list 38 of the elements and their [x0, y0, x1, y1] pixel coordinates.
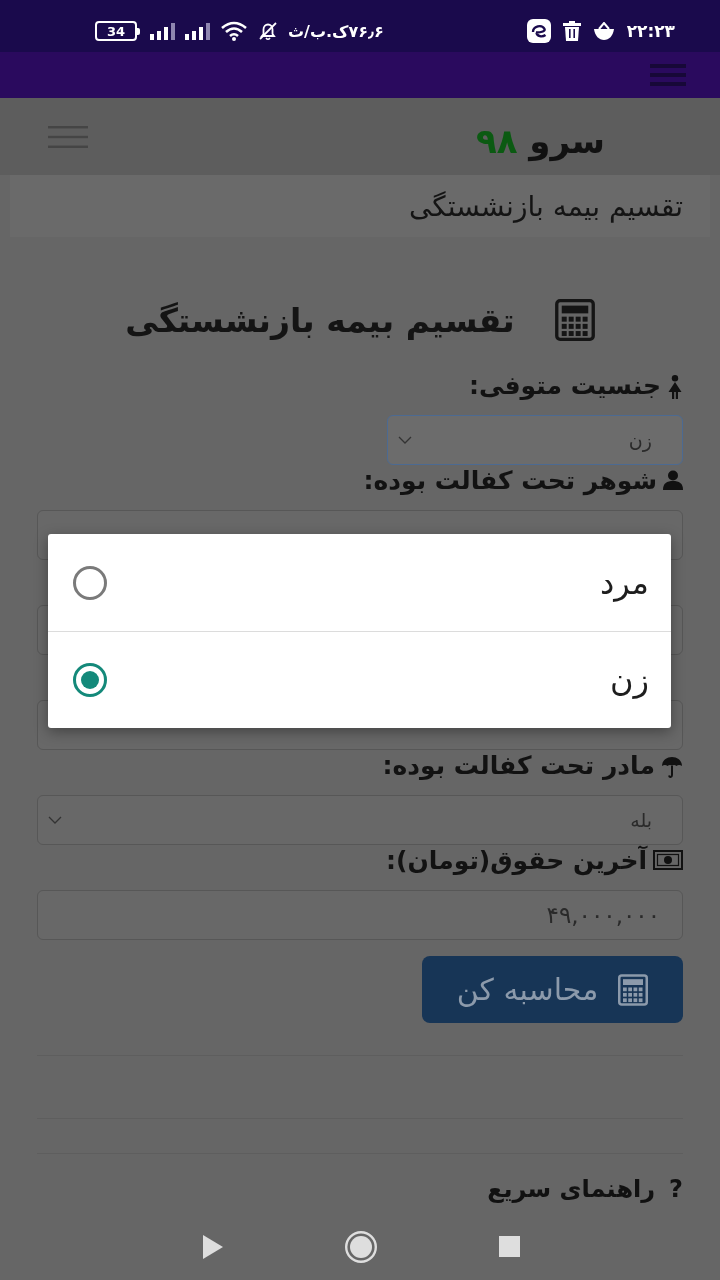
chevron-down-icon — [398, 436, 412, 444]
field-label: آخرین حقوق(تومان): — [386, 845, 647, 877]
field-label: مادر تحت کفالت بوده: — [382, 750, 655, 782]
question-mark: ? — [669, 1174, 683, 1204]
calculator-icon — [554, 299, 595, 341]
person-icon — [663, 470, 683, 490]
calculate-button[interactable]: محاسبه کن — [422, 956, 683, 1023]
network-speed: ۷۶٫۶ک.ب/ث — [288, 21, 384, 41]
menu-icon[interactable] — [48, 125, 88, 148]
select-field[interactable]: بله — [37, 795, 683, 845]
field-label: شوهر تحت کفالت بوده: — [363, 465, 657, 497]
muted-bell-icon — [258, 21, 278, 41]
page-title: تقسیم بیمه بازنشستگی — [125, 300, 515, 340]
nav-home-icon[interactable] — [345, 1230, 377, 1263]
chevron-down-icon — [48, 816, 62, 824]
select-field[interactable]: زن — [387, 415, 683, 465]
banknote-icon — [653, 850, 683, 870]
nav-recents-icon[interactable] — [499, 1236, 520, 1257]
trash-icon — [562, 21, 581, 41]
help-heading: راهنمای سریع — [487, 1174, 656, 1204]
text-field[interactable]: ۴۹,۰۰۰,۰۰۰ — [37, 890, 683, 940]
status-time: ۲۲:۲۳ — [626, 21, 675, 41]
female-icon — [667, 375, 683, 399]
dialog-option[interactable]: زن — [48, 631, 671, 728]
umbrella-icon — [661, 755, 683, 779]
wifi-icon — [220, 21, 248, 41]
menu-icon[interactable] — [650, 64, 686, 86]
battery-indicator: 34 — [95, 21, 140, 41]
dialog-option[interactable]: مرد — [48, 534, 671, 631]
signal-icon — [185, 22, 210, 40]
site-logo[interactable]: سرو ۹۸ — [475, 121, 605, 162]
app-icon — [526, 19, 551, 43]
nav-back-icon[interactable] — [203, 1234, 223, 1259]
basket-icon — [592, 22, 615, 40]
field-label: جنسیت متوفی: — [468, 370, 661, 402]
breadcrumb: تقسیم بیمه بازنشستگی — [10, 175, 710, 237]
calculator-icon — [618, 973, 649, 1006]
signal-icon — [150, 22, 175, 40]
